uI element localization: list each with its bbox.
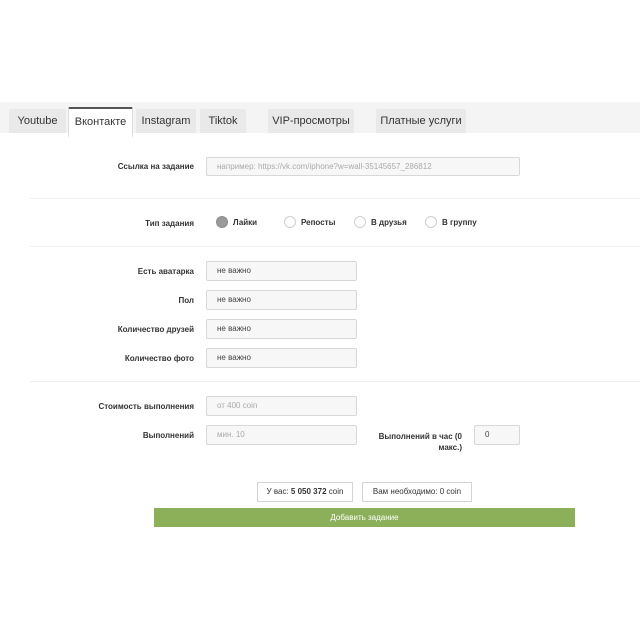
task-type-label: Тип задания xyxy=(145,219,194,228)
tab-vkontakte[interactable]: Вконтакте xyxy=(68,107,133,137)
radio-friends[interactable]: В друзья xyxy=(354,216,407,228)
add-task-button[interactable]: Добавить задание xyxy=(154,508,575,527)
radio-friends-label: В друзья xyxy=(371,217,407,227)
balance-prefix: У вас: xyxy=(266,487,289,496)
friends-count-select[interactable]: не важно xyxy=(206,319,357,339)
balance-box: У вас: 5 050 372 coin xyxy=(257,482,353,502)
link-label: Ссылка на задание xyxy=(117,162,194,171)
radio-unselected-icon xyxy=(354,216,366,228)
per-hour-label-line1: Выполнений в час (0 xyxy=(378,432,462,441)
tab-paid-services[interactable]: Платные услуги xyxy=(376,109,466,133)
balance-value: 5 050 372 xyxy=(290,487,327,496)
required-box: Вам необходимо: 0 coin xyxy=(362,482,472,502)
photos-count-label: Количество фото xyxy=(124,354,194,363)
tab-bar: Youtube Вконтакте Instagram Tiktok VIP-п… xyxy=(0,102,640,137)
divider xyxy=(30,246,640,247)
tab-instagram[interactable]: Instagram xyxy=(136,109,196,133)
divider xyxy=(30,198,640,199)
completions-input[interactable]: мин. 10 xyxy=(206,425,357,445)
radio-likes[interactable]: Лайки xyxy=(216,216,257,228)
balance-unit: coin xyxy=(328,487,344,496)
radio-group-label: В группу xyxy=(442,217,477,227)
radio-selected-icon xyxy=(216,216,228,228)
gender-select[interactable]: не важно xyxy=(206,290,357,310)
per-hour-label-line2: макс.) xyxy=(438,443,463,452)
per-hour-label: Выполнений в час (0 макс.) xyxy=(362,431,462,453)
divider xyxy=(30,381,640,382)
gender-label: Пол xyxy=(178,296,194,305)
link-input[interactable]: например: https://vk.com/iphone?w=wall-3… xyxy=(206,157,520,176)
completions-label: Выполнений xyxy=(142,431,194,440)
has-avatar-label: Есть аватарка xyxy=(137,267,194,276)
per-hour-input[interactable]: 0 xyxy=(474,425,520,445)
friends-count-label: Количество друзей xyxy=(117,325,194,334)
radio-group[interactable]: В группу xyxy=(425,216,477,228)
tab-youtube[interactable]: Youtube xyxy=(9,109,66,133)
radio-unselected-icon xyxy=(284,216,296,228)
photos-count-select[interactable]: не важно xyxy=(206,348,357,368)
radio-reposts[interactable]: Репосты xyxy=(284,216,335,228)
cost-label: Стоимость выполнения xyxy=(98,402,194,411)
radio-likes-label: Лайки xyxy=(233,217,258,227)
cost-input[interactable]: от 400 coin xyxy=(206,396,357,416)
tab-tiktok[interactable]: Tiktok xyxy=(200,109,246,133)
tab-vip-views[interactable]: VIP-просмотры xyxy=(268,109,354,133)
radio-reposts-label: Репосты xyxy=(301,217,336,227)
radio-unselected-icon xyxy=(425,216,437,228)
has-avatar-select[interactable]: не важно xyxy=(206,261,357,281)
